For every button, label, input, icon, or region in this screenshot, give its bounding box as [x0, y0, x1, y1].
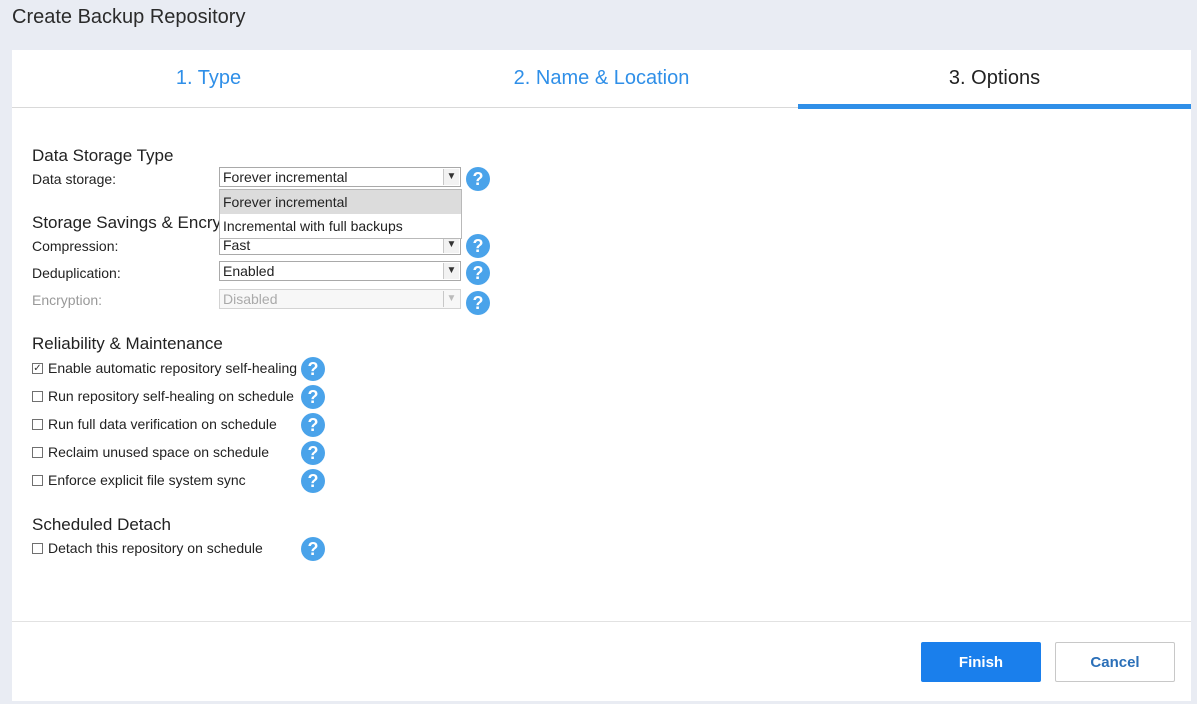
- footer-divider: [12, 621, 1191, 622]
- help-icon[interactable]: ?: [466, 167, 490, 191]
- full-verification-option: Run full data verification on schedule: [32, 414, 277, 434]
- chevron-down-icon: ▼: [443, 291, 459, 307]
- reclaim-space-option: Reclaim unused space on schedule: [32, 442, 269, 462]
- compression-label: Compression:: [32, 238, 119, 254]
- chevron-down-icon[interactable]: ▼: [443, 237, 459, 253]
- help-icon[interactable]: ?: [301, 385, 325, 409]
- reliability-section-title: Reliability & Maintenance: [32, 334, 223, 353]
- chevron-down-icon[interactable]: ▼: [443, 169, 459, 185]
- full-verification-checkbox[interactable]: [32, 418, 43, 430]
- deduplication-select[interactable]: Enabled ▼: [219, 261, 461, 281]
- detach-label: Detach this repository on schedule: [48, 540, 263, 556]
- fs-sync-label: Enforce explicit file system sync: [48, 472, 246, 488]
- dropdown-option-incremental-full[interactable]: Incremental with full backups: [220, 214, 461, 238]
- help-icon[interactable]: ?: [301, 357, 325, 381]
- data-storage-dropdown: Forever incremental Incremental with ful…: [219, 189, 462, 239]
- encryption-label: Encryption:: [32, 292, 103, 308]
- full-verification-label: Run full data verification on schedule: [48, 416, 277, 432]
- deduplication-select-value: Enabled: [223, 263, 275, 279]
- encryption-select-value: Disabled: [223, 291, 278, 307]
- wizard-tabs: 1. Type 2. Name & Location 3. Options: [12, 50, 1191, 109]
- reclaim-space-checkbox[interactable]: [32, 446, 43, 458]
- help-icon[interactable]: ?: [466, 234, 490, 258]
- self-healing-option: ✓ Enable automatic repository self-heali…: [32, 358, 297, 378]
- self-healing-schedule-label: Run repository self-healing on schedule: [48, 388, 294, 404]
- wizard-panel: 1. Type 2. Name & Location 3. Options Da…: [12, 50, 1191, 701]
- data-storage-label: Data storage:: [32, 171, 117, 187]
- fs-sync-checkbox[interactable]: [32, 474, 43, 486]
- chevron-down-icon[interactable]: ▼: [443, 263, 459, 279]
- self-healing-label: Enable automatic repository self-healing: [48, 360, 298, 376]
- compression-select-value: Fast: [223, 237, 251, 253]
- self-healing-schedule-option: Run repository self-healing on schedule: [32, 386, 294, 406]
- finish-button[interactable]: Finish: [921, 642, 1041, 682]
- cancel-button[interactable]: Cancel: [1055, 642, 1175, 682]
- dropdown-option-forever-incremental[interactable]: Forever incremental: [220, 190, 461, 214]
- tab-options[interactable]: 3. Options: [798, 50, 1191, 109]
- self-healing-schedule-checkbox[interactable]: [32, 390, 43, 402]
- reclaim-space-label: Reclaim unused space on schedule: [48, 444, 270, 460]
- help-icon[interactable]: ?: [466, 291, 490, 315]
- deduplication-label: Deduplication:: [32, 265, 121, 281]
- help-icon[interactable]: ?: [301, 537, 325, 561]
- detach-checkbox[interactable]: [32, 542, 43, 554]
- help-icon[interactable]: ?: [466, 261, 490, 285]
- tab-type[interactable]: 1. Type: [12, 50, 405, 107]
- detach-option: Detach this repository on schedule: [32, 538, 263, 558]
- help-icon[interactable]: ?: [301, 469, 325, 493]
- help-icon[interactable]: ?: [301, 441, 325, 465]
- tab-name-location[interactable]: 2. Name & Location: [405, 50, 798, 107]
- encryption-select: Disabled ▼: [219, 289, 461, 309]
- data-storage-section-title: Data Storage Type: [32, 146, 174, 165]
- data-storage-select[interactable]: Forever incremental ▼: [219, 167, 461, 187]
- storage-savings-section-title: Storage Savings & Encry: [32, 213, 221, 232]
- self-healing-checkbox[interactable]: ✓: [32, 362, 43, 374]
- help-icon[interactable]: ?: [301, 413, 325, 437]
- data-storage-select-value: Forever incremental: [223, 169, 348, 185]
- fs-sync-option: Enforce explicit file system sync: [32, 470, 246, 490]
- window-title: Create Backup Repository: [12, 6, 246, 28]
- scheduled-detach-section-title: Scheduled Detach: [32, 515, 171, 534]
